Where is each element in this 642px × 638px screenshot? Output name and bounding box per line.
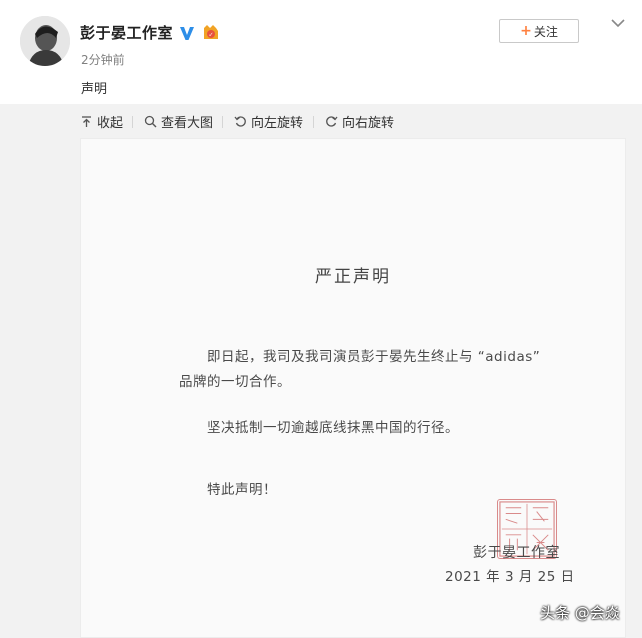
weibo-post-card: 彭于晏工作室 ✓ 2分钟前 声明 + 关注 收起 查看大图 向左旋转 向右旋转 … [0, 0, 642, 638]
follow-label: 关注 [533, 24, 558, 39]
collapse-label: 收起 [97, 116, 124, 131]
plus-icon: + [520, 23, 532, 39]
rotate-left-label: 向左旋转 [251, 116, 304, 131]
post-header: 彭于晏工作室 ✓ 2分钟前 声明 + 关注 [0, 0, 642, 104]
statement-signature: 彭于晏工作室 [473, 545, 560, 561]
rotate-left-button[interactable]: 向左旋转 [234, 112, 303, 131]
watermark-label: 头条 @会焱 [540, 604, 620, 622]
post-text: 声明 [81, 82, 108, 97]
toolbar-divider [222, 116, 223, 128]
statement-paragraph-1-line-2: 品牌的一切合作。 [179, 374, 291, 390]
view-large-label: 查看大图 [161, 116, 214, 131]
rotate-right-button[interactable]: 向右旋转 [325, 112, 394, 131]
statement-date: 2021 年 3 月 25 日 [445, 569, 575, 585]
statement-closing: 特此声明！ [207, 482, 277, 498]
statement-image[interactable]: 严正声明 即日起，我司及我司演员彭于晏先生终止与 “adidas” 品牌的一切合… [80, 138, 626, 638]
member-badge-icon[interactable]: ✓ [201, 24, 221, 42]
view-large-button[interactable]: 查看大图 [144, 112, 213, 131]
search-icon [144, 115, 157, 128]
avatar[interactable] [20, 16, 70, 66]
rotate-right-icon [326, 116, 338, 127]
collapse-button[interactable]: 收起 [80, 112, 123, 131]
image-toolbar: 收起 查看大图 向左旋转 向右旋转 [0, 108, 642, 134]
chevron-down-icon[interactable] [610, 16, 626, 30]
toolbar-divider [132, 116, 133, 128]
verified-v-icon [179, 25, 195, 41]
follow-button[interactable]: + 关注 [499, 19, 579, 43]
statement-paragraph-1-line-1: 即日起，我司及我司演员彭于晏先生终止与 “adidas” [207, 349, 541, 365]
author-row: 彭于晏工作室 ✓ [80, 22, 221, 43]
rotate-left-icon [234, 116, 246, 127]
statement-title: 严正声明 [315, 267, 391, 287]
source-watermark: 头条 @会焱 [540, 602, 620, 623]
avatar-image [20, 16, 70, 66]
post-time[interactable]: 2分钟前 [81, 51, 125, 68]
statement-paragraph-2: 坚决抵制一切逾越底线抹黑中国的行径。 [207, 420, 459, 436]
svg-text:✓: ✓ [209, 31, 214, 38]
toolbar-divider [313, 116, 314, 128]
collapse-icon [82, 116, 91, 127]
rotate-right-label: 向右旋转 [342, 116, 395, 131]
author-name[interactable]: 彭于晏工作室 [80, 22, 173, 43]
